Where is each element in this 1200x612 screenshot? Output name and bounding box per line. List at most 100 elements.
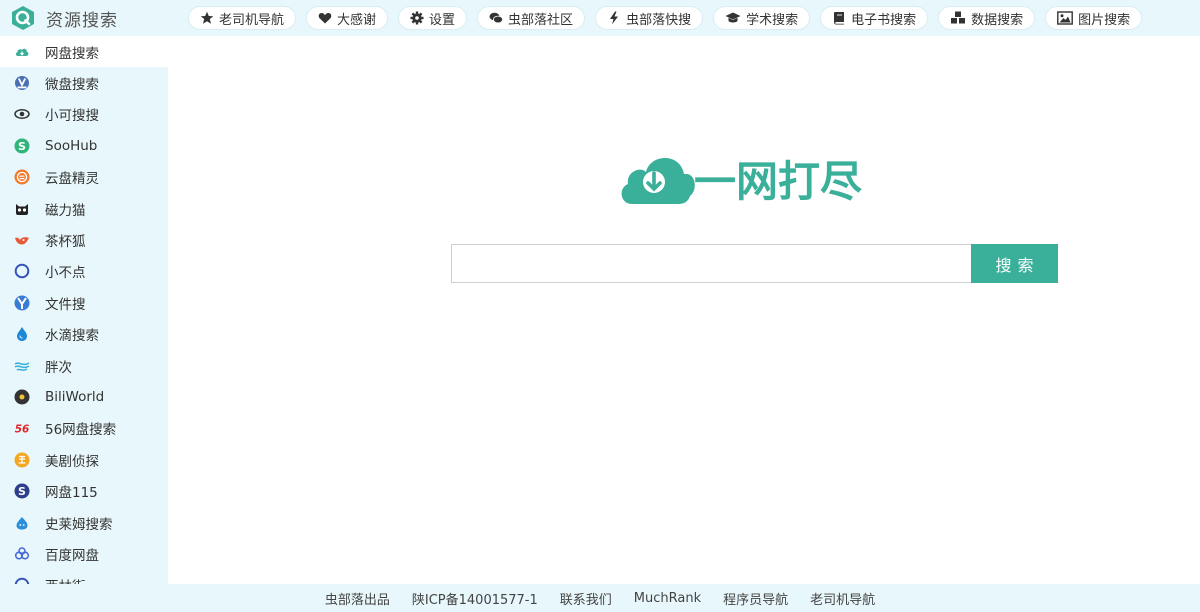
- sidebar-item-label: 云盘精灵: [45, 171, 99, 188]
- svg-text:S: S: [18, 485, 26, 498]
- nav-image[interactable]: 图片搜索: [1045, 6, 1143, 30]
- search-button[interactable]: 搜索: [971, 244, 1058, 283]
- sidebar-item-yunpan-jingling[interactable]: 云盘精灵: [0, 162, 168, 193]
- sidebar-item-xilinjie[interactable]: 西林街: [0, 570, 168, 584]
- nav-thanks[interactable]: 大感谢: [306, 6, 389, 30]
- main-content: 一网打尽 搜索: [168, 36, 1200, 584]
- nav-data-label: 数据搜索: [971, 12, 1024, 28]
- hero-logo: 一网打尽: [621, 157, 862, 206]
- sidebar-item-label: 小不点: [45, 265, 86, 282]
- sidebar-item-wenjiansou[interactable]: 文件搜: [0, 287, 168, 318]
- sidebar-item-wangpan[interactable]: 网盘搜索: [0, 36, 168, 68]
- sidebar-item-label: 胖次: [45, 359, 72, 376]
- drop-icon: [14, 326, 30, 342]
- brand-title: 资源搜索: [46, 10, 118, 31]
- sidebar-item-pangci[interactable]: 胖次: [0, 350, 168, 381]
- sidebar-item-shuidi[interactable]: 水滴搜索: [0, 319, 168, 350]
- cloud-circle-icon: [14, 169, 30, 185]
- brand-logo-icon: [12, 6, 34, 30]
- 56-logo-icon: 56: [14, 420, 30, 436]
- nav-community[interactable]: 虫部落社区: [477, 6, 586, 30]
- sidebar-item-label: 网盘搜索: [45, 45, 99, 62]
- wave-icon: [14, 358, 30, 374]
- svg-text:56: 56: [15, 424, 30, 436]
- sidebar-item-meiju[interactable]: 美剧侦探: [0, 444, 168, 475]
- footer-link-laosiji[interactable]: 老司机导航: [810, 589, 875, 608]
- sidebar-item-label: 茶杯狐: [45, 234, 86, 251]
- sidebar-item-label: SooHub: [45, 137, 98, 154]
- chat-icon: [489, 12, 504, 24]
- gear-icon: [410, 11, 424, 25]
- dark-circle-icon: [14, 389, 30, 405]
- sidebar-item-label: 美剧侦探: [45, 453, 99, 470]
- svg-text:S: S: [18, 140, 26, 153]
- nav-settings[interactable]: 设置: [398, 6, 468, 30]
- sidebar-item-label: 微盘搜索: [45, 77, 99, 94]
- bolt-icon: [610, 11, 619, 25]
- heart-icon: [318, 12, 332, 24]
- sidebar-item-label: 网盘115: [45, 485, 98, 502]
- sidebar-item-biliworld[interactable]: BiliWorld: [0, 381, 168, 412]
- sidebar-item-cilimao[interactable]: 磁力猫: [0, 193, 168, 224]
- sidebar-item-label: 水滴搜索: [45, 328, 99, 345]
- s-dark-icon: S: [14, 483, 30, 499]
- nav-ebook-label: 电子书搜索: [851, 12, 917, 28]
- star-icon: [200, 11, 214, 24]
- sidebar-item-56wangpan[interactable]: 56 56网盘搜索: [0, 413, 168, 444]
- sidebar-item-chabeihu[interactable]: 茶杯狐: [0, 224, 168, 255]
- sidebar-item-shilaimu[interactable]: 史莱姆搜索: [0, 507, 168, 538]
- nav-image-label: 图片搜索: [1078, 12, 1131, 28]
- sidebar-item-soohub[interactable]: S SooHub: [0, 130, 168, 161]
- cubes-icon: [951, 11, 966, 24]
- footer-link-programmer-nav[interactable]: 程序员导航: [723, 589, 788, 608]
- footer: 虫部落出品 陕ICP备14001577-1 联系我们 MuchRank 程序员导…: [0, 584, 1200, 612]
- book-icon: [834, 12, 845, 25]
- footer-link-contact[interactable]: 联系我们: [560, 589, 612, 608]
- sidebar-item-wangpan115[interactable]: S 网盘115: [0, 475, 168, 506]
- brand[interactable]: 资源搜索: [0, 0, 168, 36]
- partial-ring-icon: [14, 577, 30, 584]
- baidu-cloud-icon: [14, 546, 30, 562]
- sidebar-item-label: 西林街: [45, 575, 86, 584]
- mei-badge-icon: [14, 452, 30, 468]
- top-bar: 资源搜索 老司机导航 大感谢 设置 虫部落社区 虫部落快搜 学术搜索 电子书搜索…: [0, 0, 1200, 36]
- v-badge-icon: [14, 75, 30, 91]
- nav-quick-search-label: 虫部落快搜: [626, 12, 692, 28]
- top-nav: 老司机导航 大感谢 设置 虫部落社区 虫部落快搜 学术搜索 电子书搜索 数据搜索…: [188, 6, 1143, 30]
- sidebar-item-label: 百度网盘: [45, 547, 99, 564]
- sidebar: 网盘搜索 微盘搜索 小可搜搜 S SooHub 云盘精灵 磁力猫 茶杯狐 小不点…: [0, 36, 168, 584]
- sidebar-item-xiaoke[interactable]: 小可搜搜: [0, 99, 168, 130]
- nav-laosiji-label: 老司机导航: [219, 12, 285, 28]
- sidebar-item-label: 小可搜搜: [45, 108, 99, 125]
- cat-icon: [14, 201, 30, 217]
- nav-settings-label: 设置: [429, 12, 456, 28]
- graduation-cap-icon: [725, 12, 741, 23]
- sidebar-item-weipan[interactable]: 微盘搜索: [0, 67, 168, 98]
- sidebar-item-label: 史莱姆搜索: [45, 516, 113, 533]
- footer-link-chongbuluo[interactable]: 虫部落出品: [325, 589, 390, 608]
- search-input[interactable]: [451, 244, 971, 283]
- hero-logo-text: 一网打尽: [694, 157, 862, 206]
- cloud-download-icon: [14, 44, 30, 60]
- footer-link-muchrank[interactable]: MuchRank: [634, 591, 701, 606]
- nav-thanks-label: 大感谢: [337, 12, 377, 28]
- sidebar-item-label: BiliWorld: [45, 388, 105, 405]
- nav-community-label: 虫部落社区: [508, 12, 574, 28]
- nav-laosiji[interactable]: 老司机导航: [188, 6, 297, 30]
- image-icon: [1057, 11, 1074, 25]
- cloud-download-icon: [621, 158, 695, 204]
- slime-icon: [14, 515, 30, 531]
- nav-quick-search[interactable]: 虫部落快搜: [595, 6, 704, 30]
- nav-academic[interactable]: 学术搜索: [713, 6, 811, 30]
- sidebar-item-xiaobudian[interactable]: 小不点: [0, 256, 168, 287]
- nav-ebook[interactable]: 电子书搜索: [820, 6, 929, 30]
- nav-academic-label: 学术搜索: [746, 12, 799, 28]
- nav-data[interactable]: 数据搜索: [938, 6, 1036, 30]
- eye-icon: [14, 106, 30, 122]
- fox-icon: [14, 232, 30, 248]
- sidebar-item-label: 磁力猫: [45, 202, 86, 219]
- footer-link-icp[interactable]: 陕ICP备14001577-1: [412, 589, 538, 608]
- sidebar-item-label: 文件搜: [45, 296, 86, 313]
- ring-icon: [14, 263, 30, 279]
- sidebar-item-baidu[interactable]: 百度网盘: [0, 538, 168, 569]
